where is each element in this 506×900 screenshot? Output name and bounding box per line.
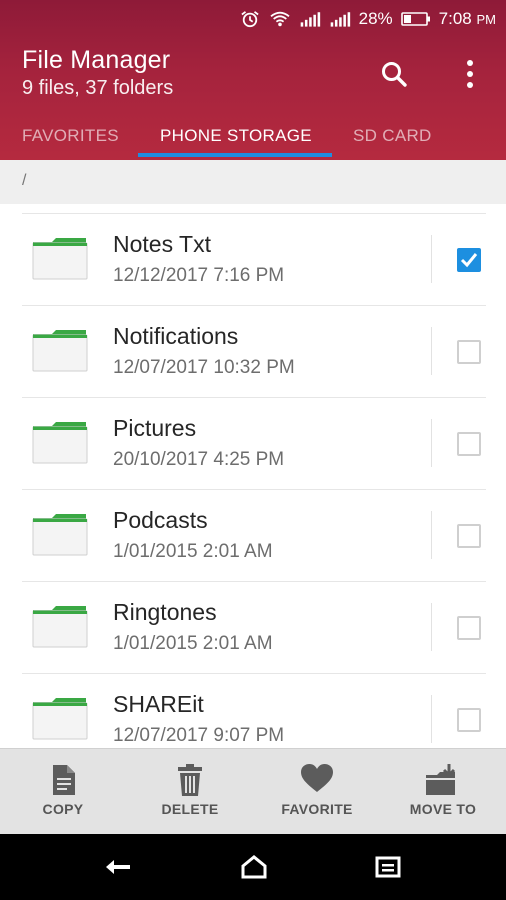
wifi-icon bbox=[270, 11, 290, 27]
heart-icon bbox=[301, 764, 333, 792]
tab-bar: FAVORITES PHONE STORAGE SD CARD bbox=[0, 118, 506, 160]
select-checkbox[interactable] bbox=[457, 248, 481, 272]
file-date: 12/07/2017 10:32 PM bbox=[113, 357, 295, 378]
file-date: 12/07/2017 9:07 PM bbox=[113, 725, 285, 746]
divider bbox=[431, 511, 432, 559]
folder-icon bbox=[32, 606, 88, 648]
move-to-button[interactable]: MOVE TO bbox=[380, 749, 506, 835]
list-item[interactable]: Ringtones 1/01/2015 2:01 AM bbox=[0, 581, 506, 673]
title-block: File Manager 9 files, 37 folders bbox=[22, 46, 173, 100]
delete-label: DELETE bbox=[161, 801, 219, 817]
folder-icon bbox=[32, 698, 88, 740]
divider bbox=[431, 419, 432, 467]
divider bbox=[431, 603, 432, 651]
list-item[interactable]: Notes Txt 12/12/2017 7:16 PM bbox=[0, 213, 506, 305]
divider bbox=[22, 305, 486, 306]
list-item[interactable]: Podcasts 1/01/2015 2:01 AM bbox=[0, 489, 506, 581]
file-name: Pictures bbox=[113, 415, 197, 441]
status-bar: 28% 7:08 PM bbox=[0, 0, 506, 38]
divider bbox=[431, 327, 432, 375]
more-vertical-icon bbox=[467, 60, 473, 88]
select-checkbox[interactable] bbox=[457, 708, 481, 732]
battery-icon bbox=[400, 12, 430, 26]
home-icon bbox=[241, 855, 267, 879]
select-checkbox[interactable] bbox=[457, 524, 481, 548]
recents-button[interactable] bbox=[372, 852, 404, 882]
divider bbox=[22, 213, 486, 214]
signal-2-icon bbox=[330, 12, 350, 27]
divider bbox=[22, 581, 486, 582]
tab-sd-card[interactable]: SD CARD bbox=[353, 126, 432, 146]
page-subtitle: 9 files, 37 folders bbox=[22, 77, 174, 99]
breadcrumb[interactable]: / bbox=[0, 160, 506, 204]
divider bbox=[22, 397, 486, 398]
list-item[interactable]: Pictures 20/10/2017 4:25 PM bbox=[0, 397, 506, 489]
folder-icon bbox=[32, 514, 88, 556]
select-checkbox[interactable] bbox=[457, 340, 481, 364]
folder-icon bbox=[32, 330, 88, 372]
file-name: Notes Txt bbox=[113, 231, 211, 257]
copy-button[interactable]: COPY bbox=[0, 749, 126, 835]
file-date: 12/12/2017 7:16 PM bbox=[113, 265, 285, 286]
file-list: Notes Txt 12/12/2017 7:16 PM Notificatio… bbox=[0, 213, 506, 748]
move-folder-icon bbox=[426, 764, 456, 795]
file-name: SHAREit bbox=[113, 691, 204, 717]
divider bbox=[22, 673, 486, 674]
delete-button[interactable]: DELETE bbox=[127, 749, 253, 835]
more-options-button[interactable] bbox=[454, 58, 486, 90]
file-name: Notifications bbox=[113, 323, 239, 349]
tab-phone-storage[interactable]: PHONE STORAGE bbox=[160, 126, 312, 146]
list-item[interactable]: SHAREit 12/07/2017 9:07 PM bbox=[0, 673, 506, 748]
move-to-label: MOVE TO bbox=[409, 801, 477, 817]
list-item[interactable]: Notifications 12/07/2017 10:32 PM bbox=[0, 305, 506, 397]
favorite-button[interactable]: FAVORITE bbox=[254, 749, 380, 835]
alarm-icon bbox=[241, 11, 259, 28]
tab-indicator bbox=[138, 153, 332, 157]
file-name: Podcasts bbox=[113, 507, 208, 533]
file-date: 1/01/2015 2:01 AM bbox=[113, 541, 273, 562]
select-checkbox[interactable] bbox=[457, 616, 481, 640]
divider bbox=[22, 489, 486, 490]
search-button[interactable] bbox=[378, 58, 410, 90]
trash-icon bbox=[178, 764, 202, 796]
back-button[interactable] bbox=[102, 852, 134, 882]
divider bbox=[431, 235, 432, 283]
app-header: 28% 7:08 PM File Manager 9 files, 37 fol… bbox=[0, 0, 506, 160]
tab-favorites[interactable]: FAVORITES bbox=[22, 126, 119, 146]
search-icon bbox=[382, 62, 407, 87]
signal-icon bbox=[300, 12, 320, 27]
copy-icon bbox=[53, 765, 75, 795]
copy-label: COPY bbox=[42, 801, 84, 817]
select-checkbox[interactable] bbox=[457, 432, 481, 456]
action-bar: COPY DELETE FAVORITE MOVE TO bbox=[0, 748, 506, 834]
file-date: 20/10/2017 4:25 PM bbox=[113, 449, 285, 470]
page-title: File Manager bbox=[22, 46, 171, 74]
home-button[interactable] bbox=[238, 852, 270, 882]
folder-icon bbox=[32, 238, 88, 280]
check-icon bbox=[460, 253, 478, 268]
favorite-label: FAVORITE bbox=[281, 801, 353, 817]
file-date: 1/01/2015 2:01 AM bbox=[113, 633, 273, 654]
system-nav-bar bbox=[0, 834, 506, 900]
back-icon bbox=[106, 860, 130, 874]
clock: 7:08 PM bbox=[438, 9, 496, 28]
battery-percent: 28% bbox=[358, 9, 393, 28]
folder-icon bbox=[32, 422, 88, 464]
file-name: Ringtones bbox=[113, 599, 217, 625]
recents-icon bbox=[375, 856, 401, 878]
divider bbox=[431, 695, 432, 743]
